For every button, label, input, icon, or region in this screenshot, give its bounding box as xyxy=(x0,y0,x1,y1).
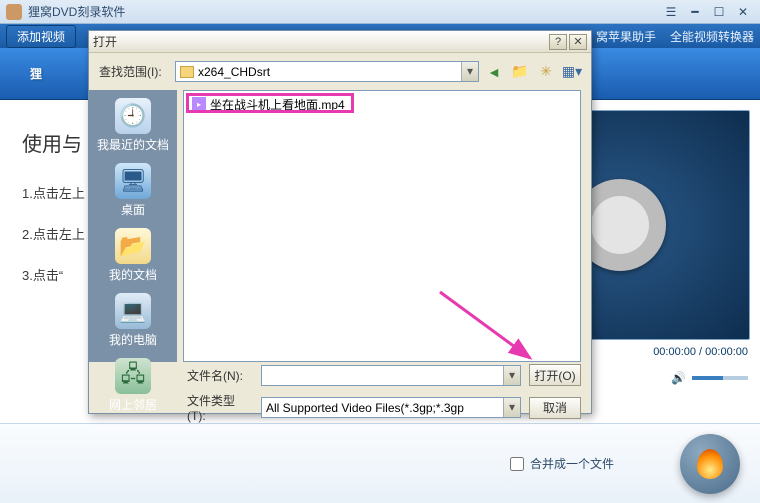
lookin-folder: x264_CHDsrt xyxy=(198,65,270,79)
volume-icon[interactable]: 🔊 xyxy=(671,371,686,385)
dialog-help-button[interactable]: ? xyxy=(549,34,567,50)
folder-icon xyxy=(180,66,194,78)
dialog-close-button[interactable]: ✕ xyxy=(569,34,587,50)
annotation-highlight xyxy=(186,93,354,113)
flame-icon xyxy=(697,449,723,479)
filename-label: 文件名(N): xyxy=(187,367,253,384)
banner-text: 狸 xyxy=(30,65,42,82)
burn-button[interactable] xyxy=(680,434,740,494)
desktop-icon: 🖥 xyxy=(115,163,151,199)
lookin-combo[interactable]: x264_CHDsrt xyxy=(175,61,479,82)
open-file-dialog: 打开 ? ✕ 查找范围(I): x264_CHDsrt ◄ 📁 ✳ ▦▾ 🕘我最… xyxy=(88,30,592,414)
cancel-button[interactable]: 取消 xyxy=(529,397,581,419)
dialog-title: 打开 xyxy=(93,33,547,50)
network-icon: 🖧 xyxy=(115,358,151,394)
filetype-combo[interactable]: All Supported Video Files(*.3gp;*.3gp xyxy=(261,397,521,418)
place-computer[interactable]: 💻我的电脑 xyxy=(93,289,173,352)
link-apple-helper[interactable]: 窝苹果助手 xyxy=(596,28,656,45)
back-icon[interactable]: ◄ xyxy=(485,63,503,81)
place-documents[interactable]: 📂我的文档 xyxy=(93,224,173,287)
merge-label: 合并成一个文件 xyxy=(530,455,614,472)
app-title: 狸窝DVD刻录软件 xyxy=(28,3,658,20)
place-desktop[interactable]: 🖥桌面 xyxy=(93,159,173,222)
filetype-label: 文件类型(T): xyxy=(187,392,253,423)
close-button[interactable]: ✕ xyxy=(732,4,754,20)
documents-icon: 📂 xyxy=(115,228,151,264)
merge-checkbox[interactable]: 合并成一个文件 xyxy=(510,455,614,472)
link-video-converter[interactable]: 全能视频转换器 xyxy=(670,28,754,45)
filename-input[interactable] xyxy=(261,365,521,386)
computer-icon: 💻 xyxy=(115,293,151,329)
recent-icon: 🕘 xyxy=(115,98,151,134)
place-recent[interactable]: 🕘我最近的文档 xyxy=(93,94,173,157)
merge-checkbox-input[interactable] xyxy=(510,457,524,471)
lookin-label: 查找范围(I): xyxy=(99,63,169,80)
settings-icon[interactable]: ☰ xyxy=(660,4,682,20)
up-icon[interactable]: 📁 xyxy=(511,63,529,81)
file-list[interactable]: ▸ 坐在战斗机上看地面.mp4 xyxy=(183,90,581,362)
open-button[interactable]: 打开(O) xyxy=(529,364,581,386)
app-logo xyxy=(6,4,22,20)
add-video-button[interactable]: 添加视频 xyxy=(6,25,76,48)
volume-slider[interactable] xyxy=(692,376,748,380)
minimize-button[interactable]: ━ xyxy=(684,4,706,20)
maximize-button[interactable]: ☐ xyxy=(708,4,730,20)
views-icon[interactable]: ▦▾ xyxy=(563,63,581,81)
new-folder-icon[interactable]: ✳ xyxy=(537,63,555,81)
places-bar: 🕘我最近的文档 🖥桌面 📂我的文档 💻我的电脑 🖧网上邻居 xyxy=(89,90,177,362)
place-network[interactable]: 🖧网上邻居 xyxy=(93,354,173,417)
